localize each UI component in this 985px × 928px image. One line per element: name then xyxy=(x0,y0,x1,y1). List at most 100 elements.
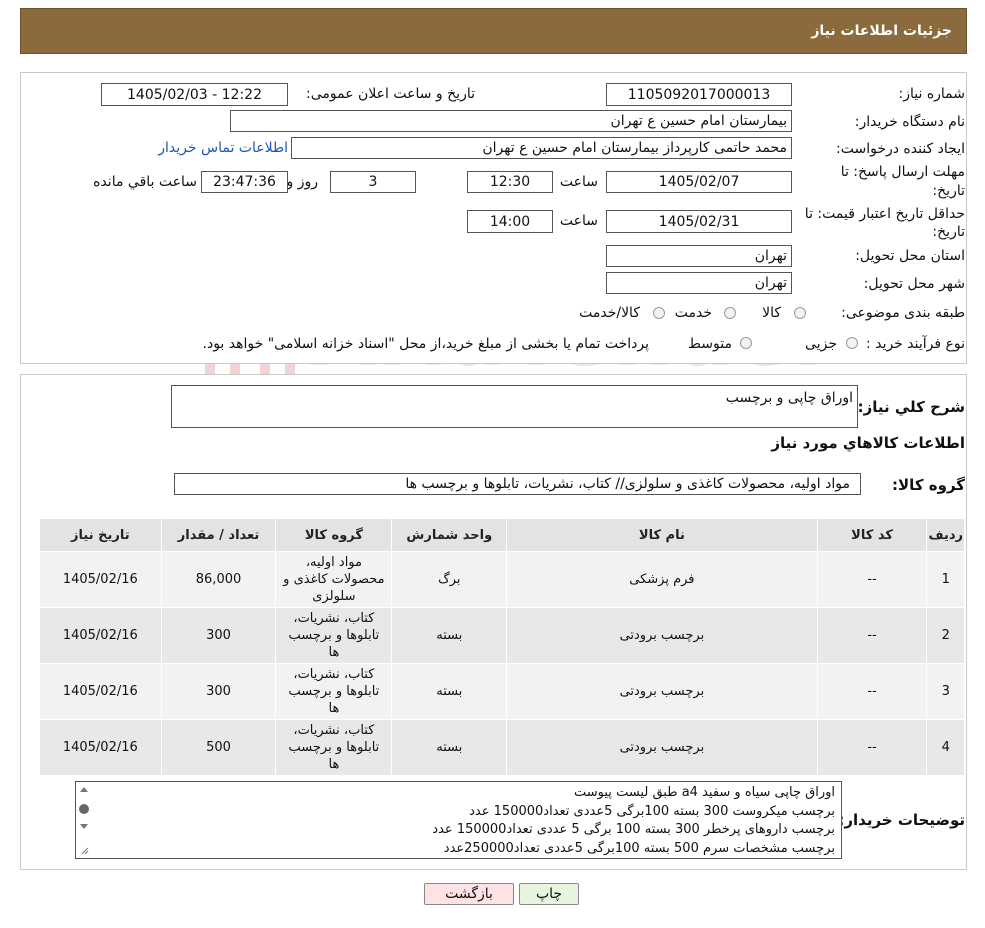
notes-line: برچسب میکروست 300 بسته 100برگی 5عددی تعد… xyxy=(469,803,835,819)
col-header-date: تاریخ نیاز xyxy=(39,518,162,552)
buyer-org-field: بیمارستان امام حسین ع تهران xyxy=(230,110,792,132)
cell-group: کتاب، نشریات، تابلوها و برچسب ها xyxy=(275,663,393,720)
summary-field: اوراق چاپی و برچسب xyxy=(171,385,858,428)
buyer-contact-link[interactable]: اطلاعات تماس خریدار xyxy=(158,140,288,156)
cell-code: -- xyxy=(816,551,928,608)
group-line: کتاب، نشریات، xyxy=(293,723,375,738)
days-label: روز و xyxy=(286,174,319,190)
announce-date-value: 1405/02/03 - 12:22 xyxy=(127,86,262,103)
province-label: استان محل تحویل: xyxy=(855,248,965,264)
buyer-org-label: نام دستگاه خریدار: xyxy=(854,114,965,130)
items-table: رديف کد کالا نام کالا واحد شمارش گروه کا… xyxy=(39,518,965,776)
cell-date: 1405/02/16 xyxy=(39,607,162,664)
process-option-minor: جزیی xyxy=(805,336,837,352)
group-line: کتاب، نشریات، xyxy=(293,667,375,682)
deadline-label: مهلت ارسال پاسخ: تا xyxy=(840,164,965,180)
announce-date-label: تاریخ و ساعت اعلان عمومی: xyxy=(306,86,475,102)
validity-label-line2: تاریخ: xyxy=(932,224,965,240)
announce-date-field: 1405/02/03 - 12:22 xyxy=(101,83,288,106)
cell-unit: بسته xyxy=(391,607,508,664)
table-row: 2 -- برچسب برودتی بسته کتاب، نشریات، تابل… xyxy=(39,607,965,664)
buyer-notes-label: توضیحات خریدار: xyxy=(838,811,965,829)
cell-name: برچسب برودتی xyxy=(506,719,818,776)
notes-line: اوراق چاپی سیاه و سفید a4 طبق لیست پیوست xyxy=(574,785,835,800)
cell-group: کتاب، نشریات، تابلوها و برچسب ها xyxy=(275,719,393,776)
page-title: جزئیات اطلاعات نیاز xyxy=(811,23,952,39)
category-option-service: خدمت xyxy=(674,305,712,321)
treasury-note: پرداخت تمام یا بخشی از مبلغ خرید،از محل … xyxy=(202,336,649,352)
days-remaining-field: 3 xyxy=(330,171,416,193)
col-header-group: گروه کالا xyxy=(275,518,393,552)
print-button[interactable]: چاپ xyxy=(519,883,579,905)
cell-unit: بسته xyxy=(391,663,508,720)
resize-grip-icon xyxy=(81,847,89,855)
cell-unit: بسته xyxy=(391,719,508,776)
validity-time-label: ساعت xyxy=(559,213,598,229)
cell-index: 4 xyxy=(926,719,965,776)
requester-label: ایجاد کننده درخواست: xyxy=(836,141,965,157)
validity-date-field: 1405/02/31 xyxy=(606,210,792,233)
back-button[interactable]: بازگشت xyxy=(424,883,514,905)
scroll-thumb xyxy=(79,804,89,814)
cell-name: برچسب برودتی xyxy=(506,607,818,664)
group-line: سلولزی xyxy=(312,589,356,604)
group-line: ها xyxy=(328,645,340,660)
category-label: طبقه بندی موضوعی: xyxy=(841,305,965,321)
table-row: 4 -- برچسب برودتی بسته کتاب، نشریات، تابل… xyxy=(39,719,965,776)
requester-field: محمد حاتمی کارپرداز بیمارستان امام حسین … xyxy=(291,137,792,159)
cell-date: 1405/02/16 xyxy=(39,663,162,720)
buyer-notes-field[interactable]: اوراق چاپی سیاه و سفید a4 طبق لیست پیوست… xyxy=(75,781,842,859)
category-option-goods-service: کالا/خدمت xyxy=(579,305,640,321)
process-radio-medium[interactable] xyxy=(740,337,752,349)
group-line: کتاب، نشریات، xyxy=(293,611,375,626)
col-header-name: نام کالا xyxy=(506,518,818,552)
city-field: تهران xyxy=(606,272,792,294)
need-number-field: 1105092017000013 xyxy=(606,83,792,106)
group-line: تابلوها و برچسب xyxy=(288,740,380,755)
col-header-code: کد کالا xyxy=(816,518,928,552)
group-line: محصولات کاغذی و xyxy=(283,572,385,587)
deadline-label-line2: تاریخ: xyxy=(932,183,965,199)
page-header: جزئیات اطلاعات نیاز xyxy=(20,8,967,54)
validity-time-field: 14:00 xyxy=(467,210,553,233)
summary-label: شرح کلي نياز: xyxy=(857,398,965,416)
notes-scrollbar[interactable] xyxy=(76,782,92,858)
cell-unit: برگ xyxy=(391,551,508,608)
cell-group: مواد اولیه، محصولات کاغذی و سلولزی xyxy=(275,551,393,608)
cell-group: کتاب، نشریات، تابلوها و برچسب ها xyxy=(275,607,393,664)
cell-code: -- xyxy=(816,607,928,664)
time-remaining-field: 23:47:36 xyxy=(201,171,288,193)
col-header-qty: تعداد / مقدار xyxy=(160,518,277,552)
province-field: تهران xyxy=(606,245,792,267)
process-radio-minor[interactable] xyxy=(846,337,858,349)
cell-date: 1405/02/16 xyxy=(39,719,162,776)
group-line: تابلوها و برچسب xyxy=(288,684,380,699)
notes-line: برچسب داروهای پرخطر 300 بسته 100 برگی 5 … xyxy=(432,822,835,837)
table-row: 3 -- برچسب برودتی بسته کتاب، نشریات، تابل… xyxy=(39,663,965,720)
category-radio-service[interactable] xyxy=(724,307,736,319)
group-line: ها xyxy=(328,757,340,772)
cell-qty: 300 xyxy=(160,607,277,664)
goods-group-label: گروه کالا: xyxy=(892,476,965,494)
process-label: نوع فرآیند خرید : xyxy=(866,336,965,352)
col-header-unit: واحد شمارش xyxy=(391,518,508,552)
category-radio-goods[interactable] xyxy=(794,307,806,319)
cell-qty: 500 xyxy=(160,719,277,776)
notes-line: برچسب مشخصات سرم 500 بسته 100برگی 5عددی … xyxy=(443,840,835,856)
cell-index: 1 xyxy=(926,551,965,608)
deadline-time-field: 12:30 xyxy=(467,171,553,193)
group-line: مواد اولیه، xyxy=(305,555,362,570)
cell-name: برچسب برودتی xyxy=(506,663,818,720)
group-line: ها xyxy=(328,701,340,716)
city-label: شهر محل تحویل: xyxy=(863,276,965,292)
process-option-medium: متوسط xyxy=(688,336,732,352)
category-radio-goods-service[interactable] xyxy=(653,307,665,319)
cell-code: -- xyxy=(816,719,928,776)
cell-index: 3 xyxy=(926,663,965,720)
cell-code: -- xyxy=(816,663,928,720)
items-section-title: اطلاعات كالاهاي مورد نياز xyxy=(771,434,965,452)
scroll-up-icon xyxy=(80,787,88,792)
deadline-date-field: 1405/02/07 xyxy=(606,171,792,193)
cell-index: 2 xyxy=(926,607,965,664)
deadline-time-label: ساعت xyxy=(559,174,598,190)
